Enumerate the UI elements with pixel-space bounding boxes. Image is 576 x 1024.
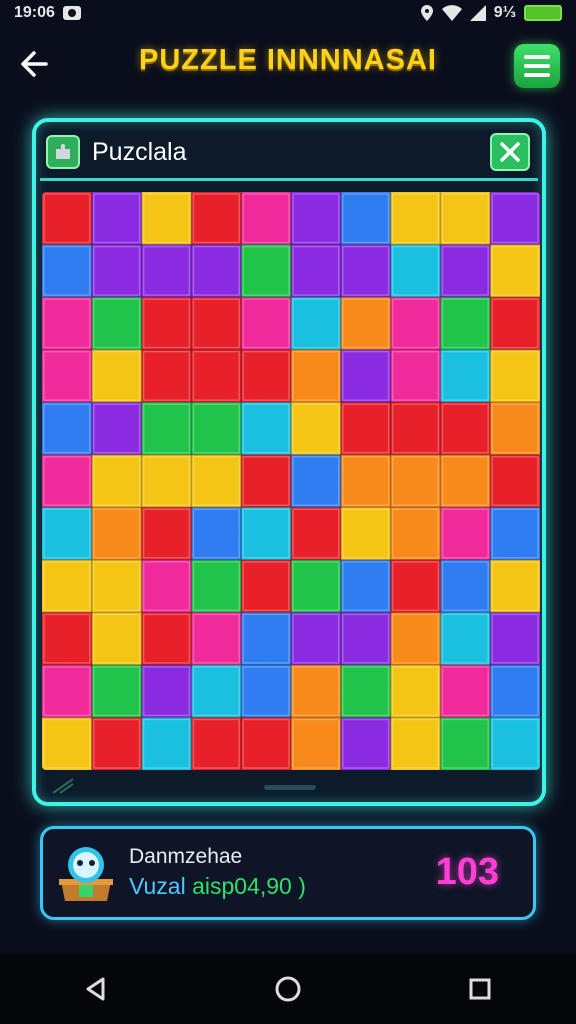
puzzle-piece[interactable] bbox=[141, 612, 192, 666]
puzzle-board-svg bbox=[42, 192, 540, 770]
score-value: 103 bbox=[435, 851, 499, 893]
puzzle-piece[interactable] bbox=[490, 349, 540, 403]
battery-icon bbox=[524, 5, 562, 21]
puzzle-piece[interactable] bbox=[42, 717, 93, 770]
nav-recents-button[interactable] bbox=[456, 965, 504, 1013]
player-sub-prefix: Vuzal bbox=[129, 873, 186, 899]
puzzle-piece[interactable] bbox=[490, 612, 540, 666]
circle-home-icon bbox=[275, 976, 301, 1002]
wifi-icon bbox=[441, 5, 462, 21]
nav-back-button[interactable] bbox=[72, 965, 120, 1013]
puzzle-piece[interactable] bbox=[241, 297, 292, 351]
puzzle-app-icon bbox=[46, 135, 80, 169]
cell-signal-icon bbox=[469, 5, 486, 21]
status-bar: 19:06 9⅓ bbox=[0, 0, 576, 26]
puzzle-piece[interactable] bbox=[191, 297, 242, 351]
menu-button[interactable] bbox=[514, 44, 560, 88]
puzzle-piece[interactable] bbox=[440, 349, 491, 403]
status-time: 19:06 bbox=[14, 4, 55, 21]
back-button[interactable] bbox=[16, 46, 52, 82]
menu-line bbox=[524, 73, 550, 77]
app-title: PUZZLE INNNNASAI bbox=[139, 44, 437, 76]
close-icon bbox=[500, 142, 520, 162]
puzzle-piece[interactable] bbox=[191, 402, 242, 456]
puzzle-piece[interactable] bbox=[440, 507, 491, 561]
signal-text: 9⅓ bbox=[493, 4, 516, 21]
triangle-back-icon bbox=[86, 977, 105, 1001]
puzzle-panel: Puzclala bbox=[32, 118, 546, 806]
player-subtitle: Vuzal aisp04,90 ) bbox=[129, 873, 306, 900]
puzzle-piece[interactable] bbox=[291, 349, 342, 403]
player-sub-value: aisp04,90 ) bbox=[192, 873, 306, 899]
panel-title: Puzclala bbox=[92, 137, 187, 166]
puzzle-piece[interactable] bbox=[241, 717, 292, 770]
close-button[interactable] bbox=[490, 133, 530, 171]
puzzle-piece[interactable] bbox=[340, 559, 392, 613]
square-recents-icon bbox=[469, 978, 491, 1000]
app-header: PUZZLE INNNNASAI bbox=[0, 36, 576, 92]
menu-line bbox=[524, 55, 550, 59]
puzzle-piece[interactable] bbox=[490, 717, 540, 770]
location-icon bbox=[420, 5, 433, 21]
resize-icon bbox=[52, 778, 74, 794]
panel-header: Puzclala bbox=[40, 126, 538, 181]
player-card: Danmzehae Vuzal aisp04,90 ) 103 bbox=[40, 826, 536, 920]
puzzle-piece[interactable] bbox=[340, 717, 392, 770]
puzzle-piece[interactable] bbox=[241, 402, 292, 456]
robot-avatar-icon bbox=[59, 847, 113, 901]
player-name: Danmzehae bbox=[129, 845, 243, 868]
notification-icon bbox=[62, 6, 81, 20]
menu-line bbox=[524, 64, 550, 68]
system-nav-bar bbox=[0, 954, 576, 1024]
nav-home-button[interactable] bbox=[264, 965, 312, 1013]
puzzle-board[interactable] bbox=[42, 192, 540, 770]
scroll-handle[interactable] bbox=[264, 785, 316, 790]
back-arrow-icon bbox=[21, 51, 48, 77]
